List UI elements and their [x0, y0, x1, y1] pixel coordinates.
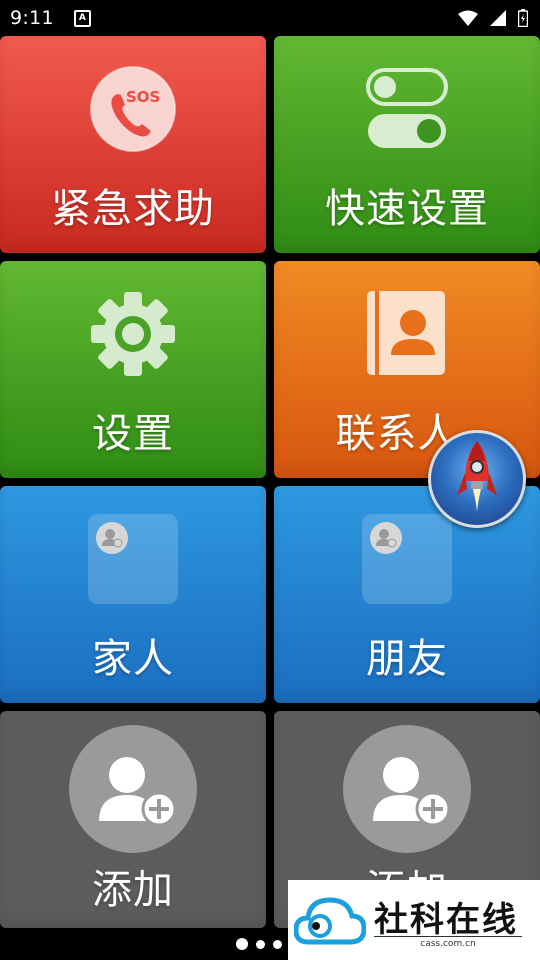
sos-phone-icon — [90, 66, 176, 152]
toggle-switches-icon — [366, 68, 448, 148]
family-folder — [88, 514, 178, 604]
rocket-icon — [457, 441, 497, 513]
wifi-icon — [458, 10, 478, 26]
tile-label: 家人 — [92, 636, 174, 682]
watermark-logo: 社科在线 cass.com.cn — [288, 880, 540, 960]
tile-label: 朋友 — [366, 636, 448, 682]
gear-icon — [91, 292, 175, 376]
signal-icon — [490, 10, 506, 26]
tile-quick-settings[interactable]: 快速设置 — [274, 36, 540, 253]
tile-settings[interactable]: 设置 — [0, 261, 266, 478]
page-dot-active[interactable] — [236, 938, 248, 950]
add-contact-icon — [69, 725, 197, 853]
page-dot[interactable] — [273, 939, 282, 949]
friends-folder — [362, 514, 452, 604]
page-dot[interactable] — [256, 939, 265, 949]
cloud-logo-icon — [294, 897, 366, 945]
contact-avatar-icon — [96, 522, 128, 554]
contact-avatar-icon — [370, 522, 402, 554]
watermark-domain: cass.com.cn — [374, 936, 522, 949]
notification-a-icon: A — [73, 9, 91, 27]
status-bar: 9:11 A — [0, 0, 540, 36]
sos-badge: SOS — [126, 88, 161, 106]
tile-add-contact-1[interactable]: 添加 — [0, 711, 266, 928]
floating-rocket-button[interactable] — [428, 430, 526, 528]
tile-label: 快速设置 — [325, 186, 489, 232]
tile-emergency-sos[interactable]: SOS 紧急求助 — [0, 36, 266, 253]
clock: 9:11 — [10, 7, 54, 29]
tile-family[interactable]: 家人 — [0, 486, 266, 703]
watermark-title: 社科在线 — [374, 900, 518, 940]
tile-label: 添加 — [92, 867, 174, 913]
battery-icon — [518, 9, 528, 27]
page-indicator[interactable] — [236, 938, 282, 950]
tile-label: 设置 — [92, 411, 174, 457]
add-contact-icon — [343, 725, 471, 853]
address-book-icon — [367, 291, 445, 375]
tile-label: 紧急求助 — [51, 186, 215, 232]
